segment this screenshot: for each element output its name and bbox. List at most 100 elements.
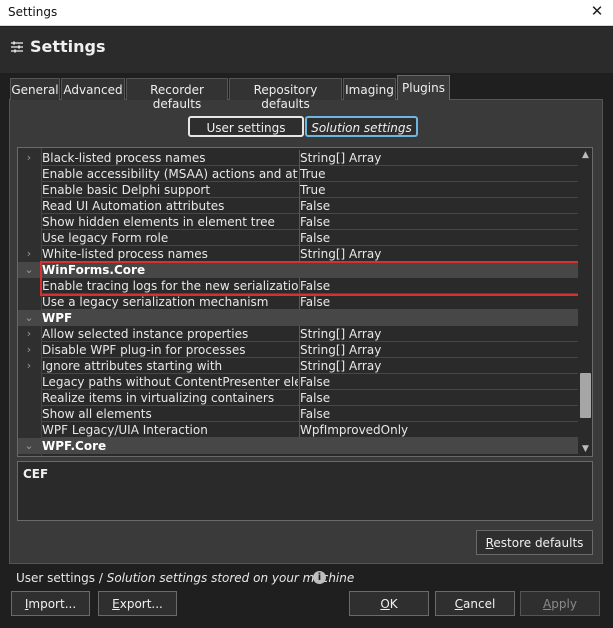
grid-property-row[interactable]: Realize items in virtualizing containers… [18,390,578,406]
property-value[interactable]: False [300,295,576,310]
property-name: Ignore attributes starting with [42,359,223,373]
apply-button[interactable]: Apply [520,591,600,616]
ok-label: K [389,597,398,611]
expand-chevron-icon [21,198,37,214]
ok-button[interactable]: OK [349,591,429,616]
description-panel: CEF [17,461,593,521]
user-settings-button[interactable]: User settings [188,116,304,137]
property-value[interactable]: False [300,407,576,422]
grid-category-row[interactable]: ⌄ WinForms.Core [18,262,578,278]
expand-chevron-icon[interactable]: › [21,150,37,166]
grid-property-row[interactable]: Show hidden elements in element tree Fals… [18,214,578,230]
property-name: Enable basic Delphi support [42,183,211,197]
grid-property-row[interactable]: Use legacy Form role False [18,230,578,246]
property-value[interactable]: String[] Array [300,247,576,262]
property-name: Allow selected instance properties [42,327,249,341]
property-value[interactable]: True [300,167,576,182]
expand-chevron-icon [21,214,37,230]
restore-defaults-button[interactable]: Restore defaults [476,530,593,555]
window-titlebar: Settings ✕ [0,0,613,26]
grid-property-row[interactable]: Enable tracing logs for the new serializ… [18,278,578,294]
collapse-chevron-icon[interactable]: ⌄ [21,438,37,454]
expand-chevron-icon[interactable]: › [21,326,37,342]
import-label: mport... [28,597,77,611]
grid-property-row[interactable]: Legacy paths without ContentPresenter el… [18,374,578,390]
property-name: WPF Legacy/UIA Interaction [42,423,208,437]
property-value[interactable]: String[] Array [300,327,576,342]
tab-general[interactable]: General [10,78,60,100]
collapse-chevron-icon[interactable]: ⌄ [21,262,37,278]
expand-chevron-icon [21,294,37,310]
property-name: Enable accessibility (MSAA) actions and … [42,167,298,181]
page-title: Settings [30,37,106,56]
property-name: Use a legacy serialization mechanism [42,295,269,309]
expand-chevron-icon [21,230,37,246]
grid-property-row[interactable]: Read UI Automation attributes False [18,198,578,214]
cancel-mnemonic: C [454,597,464,611]
expand-chevron-icon [21,406,37,422]
expand-chevron-icon [21,166,37,182]
property-value[interactable]: False [300,375,576,390]
close-icon[interactable]: ✕ [589,2,605,22]
tab-imaging[interactable]: Imaging [343,78,396,100]
cancel-label: ancel [463,597,496,611]
property-value[interactable]: True [300,183,576,198]
grid-property-row[interactable]: › Disable WPF plug-in for processes String… [18,342,578,358]
property-name: Legacy paths without ContentPresenter el… [42,375,298,389]
category-label: WPF [42,311,73,325]
restore-defaults-label: estore defaults [493,536,584,550]
property-value[interactable]: String[] Array [300,151,576,166]
property-value[interactable]: False [300,231,576,246]
scroll-thumb[interactable] [580,373,591,418]
property-value[interactable]: False [300,215,576,230]
export-label: xport... [119,597,163,611]
collapse-chevron-icon[interactable]: ⌄ [21,310,37,326]
grid-category-row[interactable]: ⌄ WPF.Core [18,438,578,454]
property-value[interactable]: False [300,391,576,406]
scroll-up-icon[interactable]: ▲ [578,148,592,162]
scroll-down-icon[interactable]: ▼ [578,442,592,456]
grid-property-row[interactable]: WPF Legacy/UIA Interaction WpfImprovedOnl… [18,422,578,438]
expand-chevron-icon [21,374,37,390]
property-name: Enable tracing logs for the new serializ… [42,279,298,293]
property-value[interactable]: False [300,279,576,294]
grid-property-row[interactable]: Use a legacy serialization mechanism Fals… [18,294,578,310]
vertical-scrollbar[interactable]: ▲ ▼ [578,148,592,456]
info-icon[interactable]: i [313,571,326,584]
cancel-button[interactable]: Cancel [435,591,515,616]
expand-chevron-icon [21,390,37,406]
property-name: Show all elements [42,407,152,421]
grid-property-row[interactable]: › Ignore attributes starting with String[]… [18,358,578,374]
tab-recorder-defaults[interactable]: Recorder defaults [126,78,228,111]
solution-settings-button[interactable]: Solution settings [305,116,418,137]
expand-chevron-icon[interactable]: › [21,358,37,374]
grid-property-row[interactable]: › White-listed process names String[] Arra… [18,246,578,262]
footer-part3: on your machine [253,571,355,585]
property-value[interactable]: String[] Array [300,359,576,374]
expand-chevron-icon [21,182,37,198]
tab-advanced[interactable]: Advanced [61,78,125,100]
tab-plugins[interactable]: Plugins [397,75,450,100]
property-grid[interactable]: › Black-listed process names String[] Arra… [17,147,593,457]
grid-property-row[interactable]: Enable basic Delphi support True [18,182,578,198]
tab-repository-defaults[interactable]: Repository defaults [229,78,342,111]
property-value[interactable]: WpfImprovedOnly [300,423,576,438]
grid-property-row[interactable]: Enable accessibility (MSAA) actions and … [18,166,578,182]
grid-property-row[interactable]: Show all elements False [18,406,578,422]
property-name: Show hidden elements in element tree [42,215,275,229]
footer-part2: Solution settings stored [106,571,254,585]
import-button[interactable]: Import... [11,591,90,616]
grid-category-row[interactable]: ⌄ WPF [18,310,578,326]
property-name: Disable WPF plug-in for processes [42,343,246,357]
property-value[interactable]: False [300,199,576,214]
expand-chevron-icon[interactable]: › [21,342,37,358]
export-button[interactable]: Export... [98,591,177,616]
grid-property-row[interactable]: › Allow selected instance properties Strin… [18,326,578,342]
expand-chevron-icon[interactable]: › [21,246,37,262]
footer-note: User settings / Solution settings stored… [16,571,354,585]
grid-property-row[interactable]: › Black-listed process names String[] Arra… [18,150,578,166]
footer-part1: User settings / [16,571,107,585]
property-value[interactable]: String[] Array [300,343,576,358]
settings-sliders-icon [11,41,23,53]
settings-header: Settings [0,27,613,73]
